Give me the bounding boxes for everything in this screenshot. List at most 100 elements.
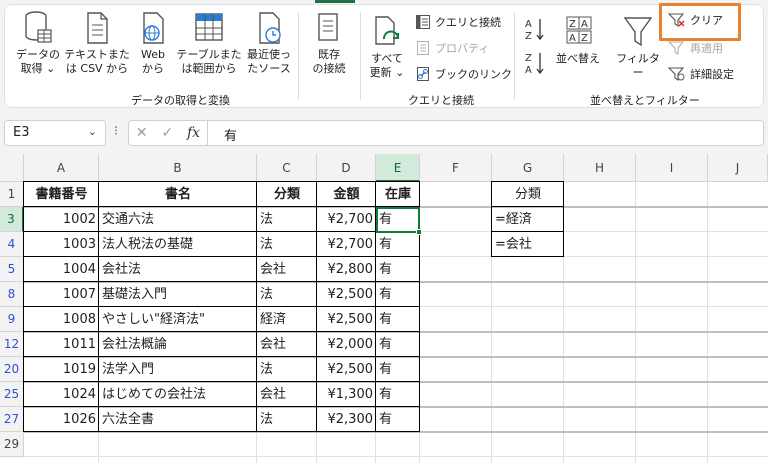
column-header-g[interactable]: G bbox=[492, 154, 564, 182]
svg-text:Z: Z bbox=[581, 33, 588, 44]
clear-button-highlight bbox=[659, 3, 741, 41]
sort-az-button[interactable]: A Z bbox=[524, 16, 550, 42]
from-text-label: テキストまた は CSV から bbox=[64, 48, 130, 75]
column-header-d[interactable]: D bbox=[317, 154, 376, 182]
refresh-all-button[interactable]: すべて 更新 ⌄ bbox=[364, 14, 410, 80]
reapply-icon bbox=[668, 41, 685, 56]
get-data-label: データの 取得 ⌄ bbox=[16, 48, 60, 75]
column-header-a[interactable]: A bbox=[24, 154, 99, 182]
formula-value: 有 bbox=[224, 129, 238, 144]
check-icon[interactable]: ✓ bbox=[161, 125, 173, 141]
group-label-get-transform: データの取得と変換 bbox=[131, 94, 230, 107]
table-border bbox=[23, 381, 420, 382]
row-header-8[interactable]: 8 bbox=[0, 282, 24, 307]
column-header-c[interactable]: C bbox=[257, 154, 317, 182]
advanced-filter-icon bbox=[668, 67, 685, 82]
funnel-icon bbox=[623, 17, 653, 47]
column-header-f[interactable]: F bbox=[420, 154, 492, 182]
database-icon bbox=[25, 11, 52, 43]
selected-cell-e3[interactable] bbox=[376, 207, 420, 233]
properties-icon bbox=[417, 41, 429, 55]
more-options-icon[interactable]: ⁝ bbox=[114, 124, 118, 139]
group-separator bbox=[298, 12, 299, 100]
svg-text:A: A bbox=[569, 33, 576, 44]
column-gridline bbox=[707, 182, 708, 463]
formula-input[interactable]: 有 bbox=[208, 120, 764, 146]
filter-button[interactable]: フィルター bbox=[612, 14, 664, 80]
from-table-range-button[interactable]: テーブルまた は範囲から bbox=[174, 10, 244, 76]
criteria-border bbox=[491, 206, 564, 207]
cancel-icon[interactable]: ✕ bbox=[136, 125, 148, 141]
existing-conn-label: 既存 の接続 bbox=[312, 48, 346, 75]
sort-dialog-icon: Z A A Z bbox=[566, 16, 592, 44]
fill-handle[interactable] bbox=[416, 229, 422, 235]
filter-label: フィルター bbox=[616, 52, 660, 79]
sort-za-button[interactable]: Z A bbox=[524, 50, 550, 76]
column-header-b[interactable]: B bbox=[99, 154, 257, 182]
existing-connections-button[interactable]: 既存 の接続 bbox=[304, 10, 354, 76]
advanced-filter-button[interactable]: 詳細設定 bbox=[668, 64, 734, 84]
formula-buttons: ✕ ✓ fx bbox=[128, 120, 208, 146]
column-header-h[interactable]: H bbox=[564, 154, 636, 182]
spreadsheet-grid[interactable]: A B C D E F G H I J 1 3 4 5 8 9 12 20 25 27 29 書籍番号 書名 分類 金額 在庫 10… bbox=[0, 154, 768, 463]
sort-descending-icon: Z A bbox=[525, 53, 544, 76]
group-label-sort-filter: 並べ替えとフィルター bbox=[590, 94, 700, 107]
connections-icon bbox=[318, 13, 338, 41]
sort-ascending-icon: A Z bbox=[525, 19, 544, 42]
sort-button[interactable]: Z A A Z 並べ替え bbox=[552, 14, 604, 66]
reapply-button[interactable]: 再適用 bbox=[668, 38, 723, 58]
column-header-e[interactable]: E bbox=[376, 154, 420, 182]
row-header-5[interactable]: 5 bbox=[0, 257, 24, 282]
name-box[interactable]: E3 ⌄ bbox=[4, 120, 106, 146]
row-header-1[interactable]: 1 bbox=[0, 182, 24, 207]
edit-links-button[interactable]: ブックのリンク bbox=[415, 64, 512, 84]
table-border bbox=[23, 306, 420, 307]
svg-text:A: A bbox=[525, 19, 532, 30]
text-file-icon bbox=[87, 12, 108, 44]
svg-text:Z: Z bbox=[569, 19, 576, 30]
sort-label: 並べ替え bbox=[556, 52, 600, 65]
queries-connections-button[interactable]: クエリと接続 bbox=[415, 12, 501, 32]
row-header-12[interactable]: 12 bbox=[0, 332, 24, 357]
from-text-csv-button[interactable]: テキストまた は CSV から bbox=[62, 10, 132, 76]
edit-links-label: ブックのリンク bbox=[435, 68, 512, 81]
table-border bbox=[23, 281, 420, 282]
refresh-all-label: すべて 更新 ⌄ bbox=[369, 52, 405, 79]
properties-label: プロパティ bbox=[435, 42, 490, 55]
table-border bbox=[23, 331, 420, 332]
row-header-29[interactable]: 29 bbox=[0, 432, 24, 457]
svg-text:Z: Z bbox=[525, 31, 532, 42]
ribbon: データの 取得 ⌄ テキストまた は CSV から Web から テーブルまた … bbox=[0, 0, 768, 112]
criteria-border bbox=[491, 181, 564, 257]
table-border bbox=[23, 206, 420, 207]
column-header-i[interactable]: I bbox=[636, 154, 708, 182]
advanced-label: 詳細設定 bbox=[690, 68, 734, 81]
row-header-3[interactable]: 3 bbox=[0, 207, 24, 232]
row-header-20[interactable]: 20 bbox=[0, 357, 24, 382]
from-table-label: テーブルまた は範囲から bbox=[176, 48, 242, 75]
from-web-button[interactable]: Web から bbox=[133, 10, 173, 76]
group-separator bbox=[360, 12, 361, 100]
recent-sources-button[interactable]: 最近使っ たソース bbox=[243, 10, 295, 76]
recent-sources-label: 最近使っ たソース bbox=[247, 48, 291, 75]
row-header-25[interactable]: 25 bbox=[0, 382, 24, 407]
svg-text:A: A bbox=[525, 65, 532, 76]
svg-text:Z: Z bbox=[525, 53, 532, 64]
row-header-4[interactable]: 4 bbox=[0, 232, 24, 257]
get-data-button[interactable]: データの 取得 ⌄ bbox=[12, 10, 64, 76]
row-header-27[interactable]: 27 bbox=[0, 407, 24, 432]
table-border bbox=[23, 406, 420, 407]
active-tab-indicator bbox=[315, 0, 355, 3]
table-border bbox=[23, 356, 420, 357]
insert-function-icon[interactable]: fx bbox=[187, 125, 200, 141]
table-border bbox=[23, 256, 420, 257]
properties-button[interactable]: プロパティ bbox=[415, 38, 489, 58]
group-separator bbox=[514, 12, 515, 100]
column-gridline bbox=[635, 182, 636, 463]
row-header-9[interactable]: 9 bbox=[0, 307, 24, 332]
chevron-down-icon[interactable]: ⌄ bbox=[88, 125, 97, 138]
column-header-j[interactable]: J bbox=[708, 154, 768, 182]
select-all-corner[interactable] bbox=[0, 154, 24, 182]
link-icon bbox=[417, 67, 429, 81]
queries-connections-label: クエリと接続 bbox=[435, 16, 501, 29]
